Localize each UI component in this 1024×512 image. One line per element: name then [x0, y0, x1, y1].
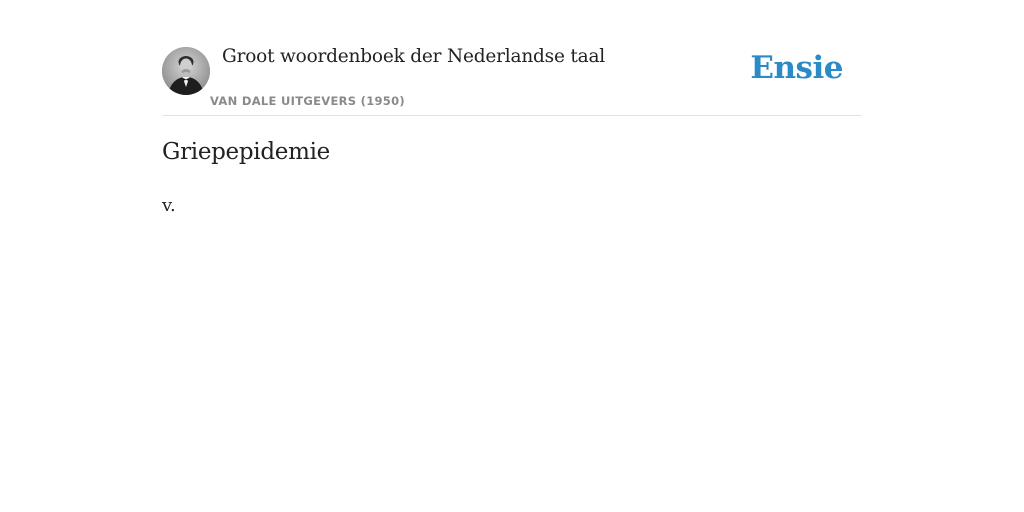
page: Groot woordenboek der Nederlandse taal V…	[0, 0, 1024, 512]
book-title[interactable]: Groot woordenboek der Nederlandse taal	[222, 46, 605, 67]
entry-headword: Griepepidemie	[162, 139, 330, 165]
author-portrait-image	[162, 47, 210, 95]
author-avatar[interactable]	[162, 47, 210, 95]
publisher-label: VAN DALE UITGEVERS (1950)	[210, 94, 405, 108]
ensie-logo[interactable]: Ensie	[750, 50, 843, 86]
source-header: Groot woordenboek der Nederlandse taal V…	[162, 40, 862, 116]
entry-definition: v.	[162, 195, 176, 216]
